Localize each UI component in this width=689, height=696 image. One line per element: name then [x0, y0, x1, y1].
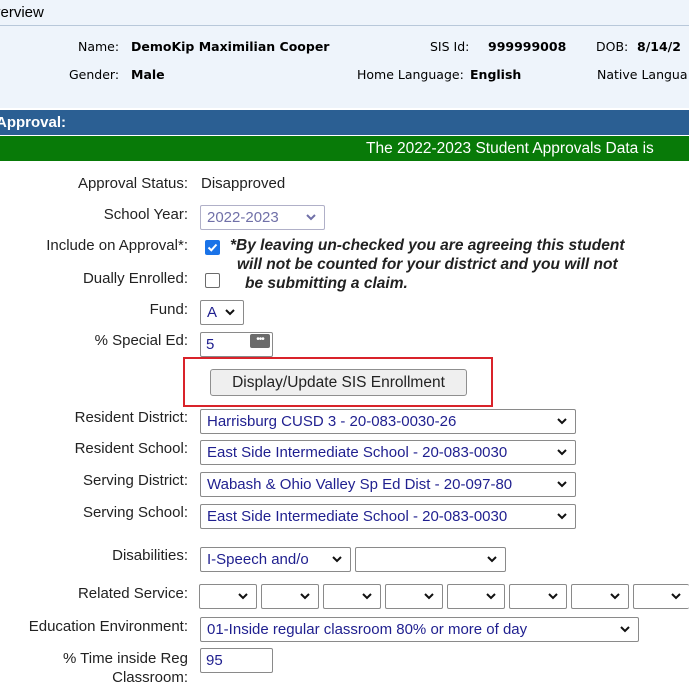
related-service-select-8[interactable] [633, 584, 689, 609]
resident-district-label: Resident District: [74, 409, 188, 426]
time-reg-label-line-2: Classroom: [112, 669, 188, 686]
related-service-select-2[interactable] [261, 584, 319, 609]
school-year-select[interactable]: 2022-2023 [200, 205, 325, 230]
approval-banner-text: The 2022-2023 Student Approvals Data is [366, 140, 654, 157]
related-service-label: Related Service: [77, 585, 188, 602]
chevron-down-icon [555, 414, 569, 428]
overview-section-title: verview [0, 0, 689, 26]
approval-status-value: Disapproved [201, 175, 286, 192]
time-reg-value: 95 [206, 652, 223, 669]
disability-2-select[interactable] [355, 547, 506, 572]
resident-school-label: Resident School: [74, 440, 188, 457]
approval-note-line-1: *By leaving un-checked you are agreeing … [230, 237, 625, 254]
resident-school-select[interactable]: East Side Intermediate School - 20-083-0… [200, 440, 576, 465]
approval-section-header: Approval: [0, 110, 689, 135]
chevron-down-icon [298, 589, 312, 603]
time-inside-reg-classroom-input[interactable]: 95 [200, 648, 273, 673]
resident-district-select[interactable]: Harrisburg CUSD 3 - 20-083-0030-26 [200, 409, 576, 434]
gender-label: Gender: [69, 67, 120, 82]
home-language-value: English [470, 67, 522, 82]
sis-id-label: SIS Id: [430, 39, 470, 54]
approval-note-line-2: will not be counted for your district an… [237, 256, 618, 273]
gender-value: Male [131, 67, 165, 82]
education-environment-label: Education Environment: [28, 618, 188, 635]
dually-enrolled-checkbox[interactable] [205, 273, 220, 288]
approval-header-text: Approval: [0, 114, 67, 131]
serving-district-selected-value: Wabash & Ohio Valley Sp Ed Dist - 20-097… [207, 476, 513, 493]
dob-value: 8/14/2 [637, 39, 681, 54]
include-on-approval-checkbox[interactable] [205, 240, 220, 255]
checkmark-icon [207, 243, 218, 252]
chevron-down-icon [555, 509, 569, 523]
disability-1-selected-value: I-Speech and/o [207, 551, 309, 568]
chevron-down-icon [485, 552, 499, 566]
time-reg-label-line-1: % Time inside Reg [62, 650, 188, 667]
display-update-sis-enrollment-button[interactable]: Display/Update SIS Enrollment [210, 369, 467, 396]
chevron-down-icon [223, 305, 237, 319]
name-label: Name: [78, 39, 120, 54]
home-language-label: Home Language: [357, 67, 464, 82]
chevron-down-icon [608, 589, 622, 603]
approval-status-label: Approval Status: [77, 175, 188, 192]
chevron-down-icon [546, 589, 560, 603]
disabilities-label: Disabilities: [112, 547, 188, 564]
approval-note-line-3: be submitting a claim. [245, 275, 408, 292]
native-language-label: Native Langua [597, 67, 688, 82]
fund-label: Fund: [149, 301, 188, 318]
serving-district-select[interactable]: Wabash & Ohio Valley Sp Ed Dist - 20-097… [200, 472, 576, 497]
overview-title-text: verview [0, 4, 44, 21]
related-service-select-3[interactable] [323, 584, 381, 609]
student-info-panel: Name: DemoKip Maximilian Cooper SIS Id: … [0, 26, 689, 108]
special-ed-value: 5 [206, 336, 215, 353]
related-service-select-6[interactable] [509, 584, 567, 609]
fund-selected-value: A [207, 304, 218, 321]
fund-select[interactable]: A [200, 300, 244, 325]
school-year-selected-value: 2022-2023 [207, 209, 279, 226]
name-value: DemoKip Maximilian Cooper [131, 39, 330, 54]
serving-district-label: Serving District: [82, 472, 188, 489]
chevron-down-icon [555, 445, 569, 459]
serving-school-label: Serving School: [82, 504, 188, 521]
education-environment-selected-value: 01-Inside regular classroom 80% or more … [207, 621, 528, 638]
dually-enrolled-label: Dually Enrolled: [82, 270, 188, 287]
chevron-down-icon [330, 552, 344, 566]
chevron-down-icon [236, 589, 250, 603]
chevron-down-icon [304, 210, 318, 224]
time-inside-reg-classroom-label: % Time inside Reg Classroom: [63, 649, 188, 687]
chevron-down-icon [618, 622, 632, 636]
approval-note: *By leaving un-checked you are agreeing … [230, 236, 625, 293]
password-dots-icon[interactable]: ••• [250, 334, 270, 348]
chevron-down-icon [422, 589, 436, 603]
sis-id-value: 999999008 [488, 39, 567, 54]
related-service-select-4[interactable] [385, 584, 443, 609]
include-on-approval-label: Include on Approval*: [46, 237, 188, 254]
school-year-label: School Year: [103, 206, 188, 223]
resident-school-selected-value: East Side Intermediate School - 20-083-0… [207, 444, 508, 461]
education-environment-select[interactable]: 01-Inside regular classroom 80% or more … [200, 617, 639, 642]
related-service-select-1[interactable] [199, 584, 257, 609]
serving-school-select[interactable]: East Side Intermediate School - 20-083-0… [200, 504, 576, 529]
chevron-down-icon [484, 589, 498, 603]
disability-1-select[interactable]: I-Speech and/o [200, 547, 351, 572]
related-service-select-7[interactable] [571, 584, 629, 609]
chevron-down-icon [669, 589, 683, 603]
chevron-down-icon [360, 589, 374, 603]
resident-district-selected-value: Harrisburg CUSD 3 - 20-083-0030-26 [207, 413, 457, 430]
serving-school-selected-value: East Side Intermediate School - 20-083-0… [207, 508, 508, 525]
dob-label: DOB: [596, 39, 629, 54]
special-ed-label: % Special Ed: [94, 332, 188, 349]
chevron-down-icon [555, 477, 569, 491]
password-icon-glyph: ••• [256, 334, 264, 345]
approval-data-banner: The 2022-2023 Student Approvals Data is [0, 136, 689, 161]
related-service-select-5[interactable] [447, 584, 505, 609]
